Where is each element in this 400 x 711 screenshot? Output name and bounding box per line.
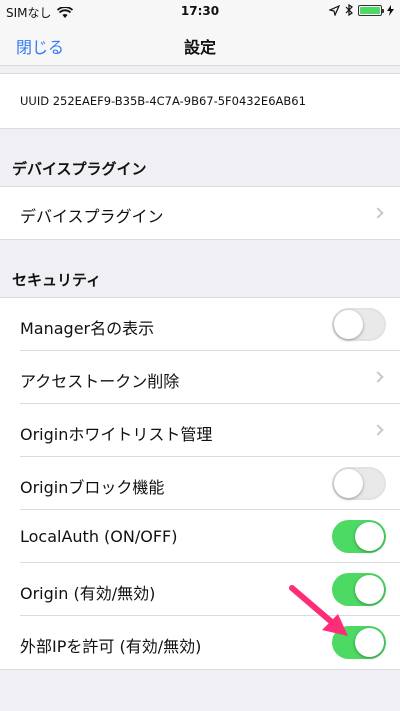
toggle-knob — [355, 628, 384, 657]
origin-whitelist-row[interactable]: Originホワイトリスト管理 — [0, 404, 400, 457]
origin-whitelist-label: Originホワイトリスト管理 — [20, 425, 213, 444]
device-plugin-row[interactable]: デバイスプラグイン — [0, 187, 400, 239]
charging-bolt-icon — [387, 4, 394, 16]
access-token-delete-label: アクセストークン削除 — [20, 372, 180, 391]
chevron-right-icon — [372, 424, 384, 436]
chevron-right-icon — [372, 371, 384, 383]
toggle-knob — [334, 469, 363, 498]
uuid-row: UUID 252EAEF9-B35B-4C7A-9B67-5F0432E6AB6… — [0, 74, 400, 128]
navigation-bar: 閉じる 設定 — [0, 22, 400, 66]
page-title: 設定 — [183, 38, 216, 57]
location-arrow-icon — [329, 4, 340, 16]
origin-enable-label: Origin (有効/無効) — [20, 584, 156, 603]
toggle-knob — [355, 522, 384, 551]
toggle-knob — [334, 310, 363, 339]
manager-name-row: Manager名の表示 — [0, 298, 400, 351]
origin-block-row: Originブロック機能 — [0, 457, 400, 510]
status-bar: SIMなし 17:30 — [0, 0, 400, 22]
external-ip-label: 外部IPを許可 (有効/無効) — [20, 637, 202, 656]
battery-icon — [358, 4, 384, 16]
manager-name-toggle[interactable] — [332, 308, 386, 341]
localauth-label: LocalAuth (ON/OFF) — [20, 527, 178, 546]
access-token-delete-row[interactable]: アクセストークン削除 — [0, 351, 400, 404]
manager-name-label: Manager名の表示 — [20, 319, 155, 338]
origin-block-toggle[interactable] — [332, 467, 386, 500]
chevron-right-icon — [372, 207, 384, 219]
toggle-knob — [355, 575, 384, 604]
section-header-device-plugin: デバイスプラグイン — [12, 160, 147, 178]
localauth-row: LocalAuth (ON/OFF) — [0, 510, 400, 563]
section-header-security: セキュリティ — [12, 271, 102, 289]
origin-block-label: Originブロック機能 — [20, 478, 165, 497]
uuid-text: UUID 252EAEF9-B35B-4C7A-9B67-5F0432E6AB6… — [20, 94, 306, 108]
annotation-arrow-icon — [289, 585, 348, 636]
localauth-toggle[interactable] — [332, 520, 386, 553]
device-plugin-label: デバイスプラグイン — [20, 207, 164, 226]
bluetooth-icon — [345, 4, 353, 16]
